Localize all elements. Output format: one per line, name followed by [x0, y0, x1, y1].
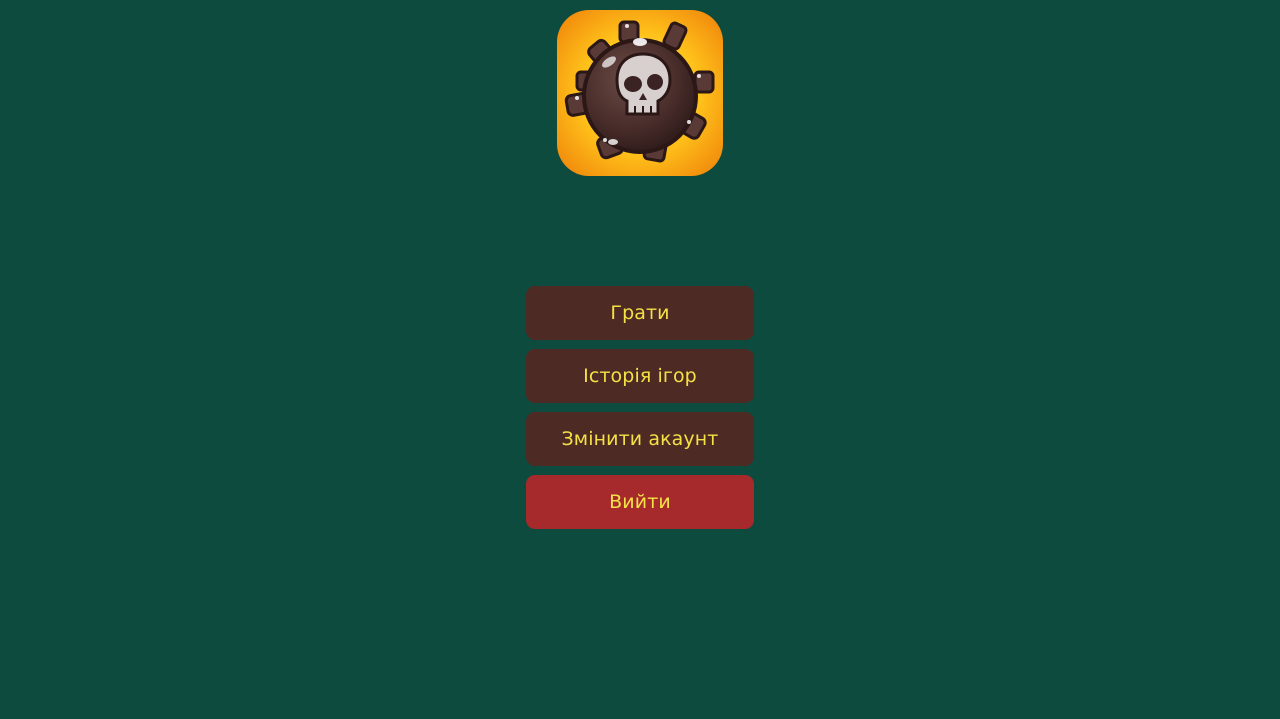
game-history-button[interactable]: Історія ігор [526, 349, 754, 403]
play-button-label: Грати [610, 302, 670, 324]
main-menu: Грати Історія ігор Змінити акаунт Вийти [526, 286, 754, 538]
exit-button[interactable]: Вийти [526, 475, 754, 529]
switch-account-button[interactable]: Змінити акаунт [526, 412, 754, 466]
exit-button-label: Вийти [609, 491, 671, 513]
switch-account-button-label: Змінити акаунт [561, 428, 719, 450]
game-history-button-label: Історія ігор [583, 365, 697, 387]
play-button[interactable]: Грати [526, 286, 754, 340]
skull-mine-icon [557, 10, 723, 176]
